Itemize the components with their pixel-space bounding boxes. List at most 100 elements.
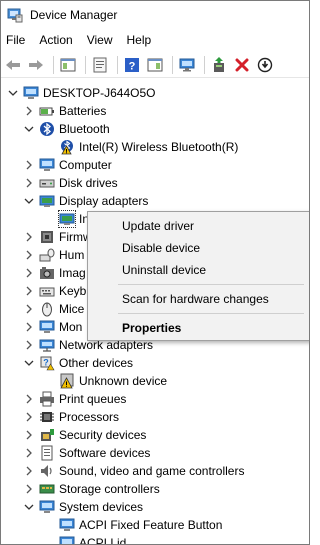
chevron-right-icon[interactable] — [23, 411, 35, 423]
chevron-right-icon[interactable] — [23, 393, 35, 405]
context-menu-separator — [118, 313, 304, 314]
speaker-icon — [39, 463, 55, 479]
chevron-right-icon[interactable] — [23, 447, 35, 459]
toolbar-separator — [172, 55, 173, 74]
menu-help[interactable]: Help — [120, 30, 159, 50]
network-adapter-icon — [39, 337, 55, 353]
chevron-right-icon[interactable] — [23, 285, 35, 297]
chevron-right-icon[interactable] — [23, 231, 35, 243]
menu-action[interactable]: Action — [32, 30, 79, 50]
security-device-icon — [39, 427, 55, 443]
toolbar-separator — [53, 55, 54, 74]
tree-item-firmware[interactable]: Firmw — [23, 228, 92, 246]
tree-item-security-devices[interactable]: Security devices — [23, 426, 146, 444]
tree-item-other-devices[interactable]: ? Other devices — [23, 354, 133, 372]
chevron-right-icon[interactable] — [23, 339, 35, 351]
context-menu-uninstall-device[interactable]: Uninstall device — [122, 263, 206, 277]
help-icon[interactable]: ? — [122, 55, 142, 75]
hid-icon — [39, 247, 55, 263]
tree-item-label: Hum — [59, 248, 85, 262]
tree-item-software-devices[interactable]: Software devices — [23, 444, 150, 462]
tree-item-storage-controllers[interactable]: Storage controllers — [23, 480, 160, 498]
system-device-icon — [59, 535, 75, 544]
tree-item-label: Storage controllers — [59, 482, 160, 496]
chevron-right-icon[interactable] — [23, 483, 35, 495]
other-devices-icon: ? — [39, 355, 55, 371]
context-menu-update-driver[interactable]: Update driver — [122, 219, 194, 233]
tree-item-bluetooth[interactable]: Bluetooth — [23, 120, 110, 138]
tree-root[interactable]: DESKTOP-J644O5O — [7, 84, 156, 102]
window-title: Device Manager — [30, 8, 118, 22]
show-hide-tree-icon[interactable] — [58, 55, 78, 75]
tree-item-hid[interactable]: Hum — [23, 246, 84, 264]
chevron-right-icon[interactable] — [23, 267, 35, 279]
properties-icon[interactable] — [90, 55, 110, 75]
tree-item-label: Unknown device — [79, 374, 168, 388]
tree-item-acpi-lid[interactable]: ACPI Lid — [59, 534, 127, 545]
chevron-right-icon[interactable] — [23, 429, 35, 441]
chevron-right-icon[interactable] — [23, 465, 35, 477]
tree-item-label: Processors — [59, 410, 120, 424]
chevron-down-icon[interactable] — [23, 195, 35, 207]
tree-item-display-adapter-child[interactable]: In — [58, 210, 89, 228]
tree-item-computer[interactable]: Computer — [23, 156, 112, 174]
tree-item-mice[interactable]: Mice — [23, 300, 84, 318]
tree-item-unknown-device[interactable]: Unknown device — [59, 372, 167, 390]
monitor-icon — [39, 319, 55, 335]
tree-item-sound[interactable]: Sound, video and game controllers — [23, 462, 244, 480]
tree-item-label: Bluetooth — [59, 122, 110, 136]
tree-item-label: Computer — [59, 158, 112, 172]
firmware-icon — [39, 229, 55, 245]
tree-item-label: Print queues — [59, 392, 127, 406]
chevron-down-icon[interactable] — [23, 501, 35, 513]
tree-item-label: Software devices — [59, 446, 151, 460]
tree-item-acpi-fixed-feature-button[interactable]: ACPI Fixed Feature Button — [59, 516, 222, 534]
chevron-right-icon[interactable] — [23, 105, 35, 117]
tree-item-display-adapters[interactable]: Display adapters — [23, 192, 148, 210]
update-driver-icon[interactable] — [209, 55, 229, 75]
unknown-device-warning-icon — [59, 373, 75, 389]
monitor-scan-icon[interactable] — [177, 55, 197, 75]
chevron-right-icon[interactable] — [23, 303, 35, 315]
back-arrow-icon[interactable] — [3, 55, 23, 75]
software-device-icon — [39, 445, 55, 461]
context-menu-scan[interactable]: Scan for hardware changes — [122, 292, 269, 306]
tree-item-intel-bluetooth[interactable]: Intel(R) Wireless Bluetooth(R) — [59, 138, 238, 156]
tree-item-disk-drives[interactable]: Disk drives — [23, 174, 118, 192]
chevron-down-icon[interactable] — [23, 123, 35, 135]
tree-item-system-devices[interactable]: System devices — [23, 498, 143, 516]
tree-item-label: System devices — [59, 500, 144, 514]
svg-text:?: ? — [43, 358, 49, 368]
context-menu-properties[interactable]: Properties — [122, 321, 181, 335]
chevron-right-icon[interactable] — [23, 159, 35, 171]
tree-item-batteries[interactable]: Batteries — [23, 102, 106, 120]
tree-item-monitors[interactable]: Mon — [23, 318, 82, 336]
tree-item-label: Mice — [59, 302, 85, 316]
forward-arrow-icon[interactable] — [26, 55, 46, 75]
chevron-right-icon[interactable] — [23, 249, 35, 261]
uninstall-x-icon[interactable] — [232, 55, 252, 75]
menu-view[interactable]: View — [80, 30, 120, 50]
context-menu-disable-device[interactable]: Disable device — [122, 241, 200, 255]
chevron-down-icon[interactable] — [7, 87, 19, 99]
tree-item-imaging[interactable]: Imag — [23, 264, 86, 282]
context-menu: Update driver Disable device Uninstall d… — [87, 211, 309, 341]
tree-item-print-queues[interactable]: Print queues — [23, 390, 126, 408]
chevron-down-icon[interactable] — [23, 357, 35, 369]
toolbar-separator — [117, 55, 118, 74]
mouse-icon — [39, 301, 55, 317]
tree-item-label: Keyb — [59, 284, 87, 298]
chevron-right-icon[interactable] — [23, 177, 35, 189]
svg-text:?: ? — [129, 60, 136, 72]
tree-item-label: Other devices — [59, 356, 134, 370]
device-manager-window: Device Manager File Action View Help ? D… — [0, 0, 310, 545]
tree-item-keyboards[interactable]: Keyb — [23, 282, 86, 300]
tree-item-processors[interactable]: Processors — [23, 408, 119, 426]
download-circle-icon[interactable] — [255, 55, 275, 75]
tree-item-label: ACPI Lid — [79, 536, 127, 545]
chevron-right-icon[interactable] — [23, 321, 35, 333]
battery-icon — [39, 103, 55, 119]
menu-file[interactable]: File — [1, 30, 32, 50]
action-pane-icon[interactable] — [145, 55, 165, 75]
tree-item-label: Sound, video and game controllers — [59, 464, 245, 478]
